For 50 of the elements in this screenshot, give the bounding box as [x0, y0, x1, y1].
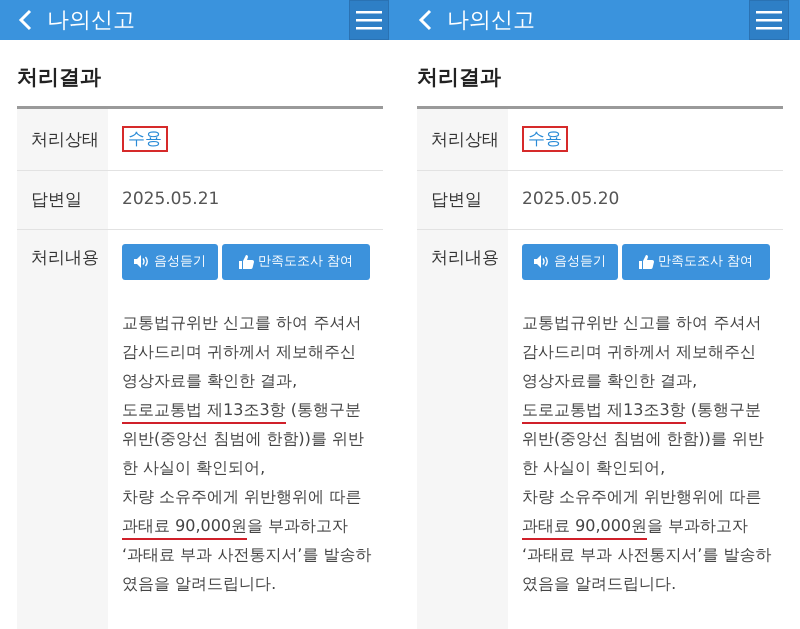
result-text-line: 교통법규위반 신고를 하여 주셔서 — [522, 312, 762, 334]
thumbs-up-icon — [238, 254, 254, 268]
row-label: 처리내용 — [431, 246, 500, 270]
page-title: 나의신고 — [447, 6, 535, 34]
result-text-line: 였음을 알려드립니다. — [522, 572, 678, 594]
result-text-line: 한 사실이 확인되어, — [522, 456, 666, 478]
listen-button[interactable]: 음성듣기 — [522, 244, 618, 280]
menu-icon — [356, 10, 382, 30]
status-value: 수용 — [122, 126, 168, 152]
speaker-icon — [534, 255, 550, 268]
back-button[interactable] — [18, 9, 32, 31]
result-text-line: 감사드리며 귀하께서 제보해주신 — [122, 340, 358, 362]
row-label: 처리상태 — [31, 128, 100, 152]
page-title: 나의신고 — [47, 6, 135, 34]
result-text-line: 교통법규위반 신고를 하여 주셔서 — [122, 312, 362, 334]
answer-date: 2025.05.21 — [122, 189, 220, 209]
listen-button[interactable]: 음성듣기 — [122, 244, 218, 280]
result-text-line: 였음을 알려드립니다. — [122, 572, 278, 594]
result-text-line: 위반(중앙선 침범에 한함))를 위반 — [122, 428, 365, 450]
row-label: 답변일 — [431, 189, 483, 212]
thumbs-up-icon — [638, 254, 654, 268]
result-text-line: 차량 소유주에게 위반행위에 따른 — [122, 486, 362, 508]
back-icon — [418, 9, 432, 31]
result-text-line: 감사드리며 귀하께서 제보해주신 — [522, 340, 758, 362]
section-title: 처리결과 — [417, 64, 502, 91]
survey-button[interactable]: 만족도조사 참여 — [622, 244, 770, 280]
menu-button[interactable] — [349, 0, 389, 40]
menu-icon — [756, 10, 782, 30]
result-text-line: 영상자료를 확인한 결과, — [122, 370, 298, 392]
answer-date: 2025.05.20 — [522, 189, 620, 209]
status-value: 수용 — [522, 126, 568, 152]
section-title: 처리결과 — [17, 64, 102, 91]
result-text-line: 위반(중앙선 침범에 한함))를 위반 — [522, 428, 765, 450]
back-button[interactable] — [418, 9, 432, 31]
row-label: 답변일 — [31, 189, 83, 212]
row-label: 처리상태 — [431, 128, 500, 152]
survey-button[interactable]: 만족도조사 참여 — [222, 244, 370, 280]
result-text-line: ‘과태료 부과 사전통지서’를 발송하 — [122, 544, 372, 566]
result-text-line: 도로교통법 제13조3항 (통행구분 — [122, 394, 383, 424]
result-text-line: 도로교통법 제13조3항 (통행구분 — [522, 394, 783, 424]
result-text-line: 한 사실이 확인되어, — [122, 456, 266, 478]
back-icon — [18, 9, 32, 31]
result-text-line: ‘과태료 부과 사전통지서’를 발송하 — [522, 544, 772, 566]
result-text-line: 차량 소유주에게 위반행위에 따른 — [522, 486, 762, 508]
result-text-line: 영상자료를 확인한 결과, — [522, 370, 698, 392]
menu-button[interactable] — [749, 0, 789, 40]
result-text-line: 과태료 90,000원을 부과하고자 — [122, 510, 383, 540]
speaker-icon — [134, 255, 150, 268]
row-label: 처리내용 — [31, 246, 100, 270]
result-text-line: 과태료 90,000원을 부과하고자 — [522, 510, 783, 540]
